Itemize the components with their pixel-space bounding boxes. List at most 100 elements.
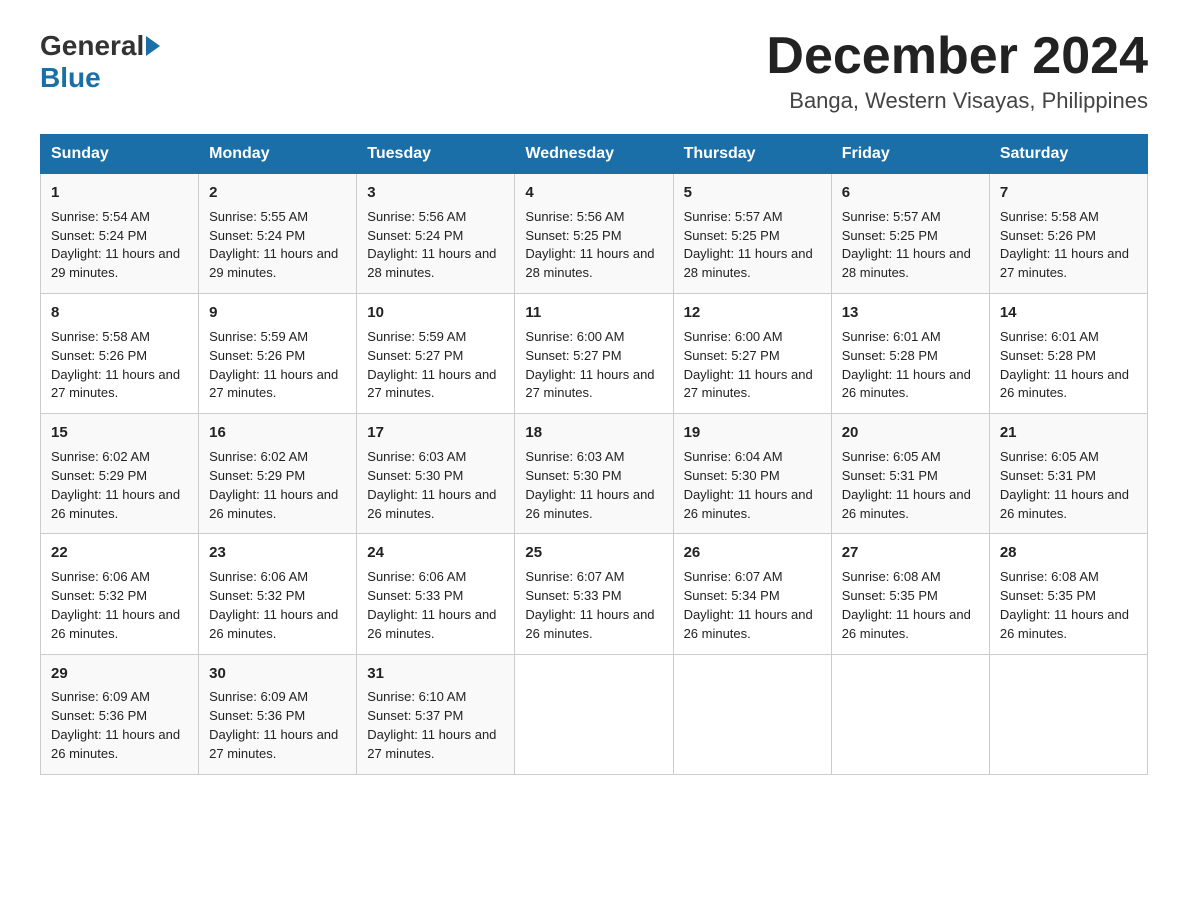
logo-blue-text: Blue: [40, 62, 101, 94]
title-block: December 2024 Banga, Western Visayas, Ph…: [766, 30, 1148, 114]
sunset-info: Sunset: 5:25 PM: [525, 228, 621, 243]
daylight-info: Daylight: 11 hours and 27 minutes.: [1000, 246, 1129, 280]
daylight-info: Daylight: 11 hours and 27 minutes.: [525, 367, 654, 401]
sunrise-info: Sunrise: 6:02 AM: [51, 449, 150, 464]
calendar-cell: 25 Sunrise: 6:07 AM Sunset: 5:33 PM Dayl…: [515, 534, 673, 654]
sunset-info: Sunset: 5:36 PM: [209, 708, 305, 723]
daylight-info: Daylight: 11 hours and 28 minutes.: [842, 246, 971, 280]
day-number: 8: [51, 302, 188, 324]
sunrise-info: Sunrise: 6:09 AM: [51, 689, 150, 704]
sunset-info: Sunset: 5:30 PM: [367, 468, 463, 483]
sunrise-info: Sunrise: 5:57 AM: [842, 209, 941, 224]
sunset-info: Sunset: 5:36 PM: [51, 708, 147, 723]
calendar-cell: [673, 654, 831, 774]
sunrise-info: Sunrise: 5:54 AM: [51, 209, 150, 224]
calendar-header-row: SundayMondayTuesdayWednesdayThursdayFrid…: [41, 135, 1148, 174]
calendar-cell: 11 Sunrise: 6:00 AM Sunset: 5:27 PM Dayl…: [515, 294, 673, 414]
sunrise-info: Sunrise: 6:08 AM: [1000, 569, 1099, 584]
day-number: 15: [51, 422, 188, 444]
day-number: 13: [842, 302, 979, 324]
daylight-info: Daylight: 11 hours and 28 minutes.: [684, 246, 813, 280]
calendar-cell: 7 Sunrise: 5:58 AM Sunset: 5:26 PM Dayli…: [989, 174, 1147, 294]
calendar-cell: 18 Sunrise: 6:03 AM Sunset: 5:30 PM Dayl…: [515, 414, 673, 534]
daylight-info: Daylight: 11 hours and 26 minutes.: [367, 607, 496, 641]
header-friday: Friday: [831, 135, 989, 174]
calendar-cell: 10 Sunrise: 5:59 AM Sunset: 5:27 PM Dayl…: [357, 294, 515, 414]
daylight-info: Daylight: 11 hours and 27 minutes.: [209, 727, 338, 761]
sunset-info: Sunset: 5:37 PM: [367, 708, 463, 723]
daylight-info: Daylight: 11 hours and 26 minutes.: [1000, 367, 1129, 401]
calendar-week-5: 29 Sunrise: 6:09 AM Sunset: 5:36 PM Dayl…: [41, 654, 1148, 774]
sunset-info: Sunset: 5:29 PM: [51, 468, 147, 483]
calendar-cell: [831, 654, 989, 774]
sunrise-info: Sunrise: 5:57 AM: [684, 209, 783, 224]
daylight-info: Daylight: 11 hours and 26 minutes.: [525, 607, 654, 641]
sunrise-info: Sunrise: 6:05 AM: [1000, 449, 1099, 464]
sunset-info: Sunset: 5:25 PM: [684, 228, 780, 243]
header-tuesday: Tuesday: [357, 135, 515, 174]
daylight-info: Daylight: 11 hours and 29 minutes.: [209, 246, 338, 280]
month-title: December 2024: [766, 30, 1148, 82]
daylight-info: Daylight: 11 hours and 26 minutes.: [842, 367, 971, 401]
daylight-info: Daylight: 11 hours and 26 minutes.: [51, 727, 180, 761]
sunrise-info: Sunrise: 6:07 AM: [525, 569, 624, 584]
calendar-cell: 15 Sunrise: 6:02 AM Sunset: 5:29 PM Dayl…: [41, 414, 199, 534]
day-number: 10: [367, 302, 504, 324]
sunset-info: Sunset: 5:32 PM: [51, 588, 147, 603]
daylight-info: Daylight: 11 hours and 26 minutes.: [209, 607, 338, 641]
sunset-info: Sunset: 5:33 PM: [367, 588, 463, 603]
day-number: 22: [51, 542, 188, 564]
sunrise-info: Sunrise: 6:04 AM: [684, 449, 783, 464]
sunset-info: Sunset: 5:32 PM: [209, 588, 305, 603]
calendar-cell: 23 Sunrise: 6:06 AM Sunset: 5:32 PM Dayl…: [199, 534, 357, 654]
daylight-info: Daylight: 11 hours and 26 minutes.: [1000, 487, 1129, 521]
sunset-info: Sunset: 5:30 PM: [684, 468, 780, 483]
sunset-info: Sunset: 5:26 PM: [1000, 228, 1096, 243]
day-number: 16: [209, 422, 346, 444]
sunrise-info: Sunrise: 6:06 AM: [51, 569, 150, 584]
sunset-info: Sunset: 5:27 PM: [367, 348, 463, 363]
day-number: 29: [51, 663, 188, 685]
sunset-info: Sunset: 5:25 PM: [842, 228, 938, 243]
calendar-week-3: 15 Sunrise: 6:02 AM Sunset: 5:29 PM Dayl…: [41, 414, 1148, 534]
calendar-cell: 19 Sunrise: 6:04 AM Sunset: 5:30 PM Dayl…: [673, 414, 831, 534]
sunset-info: Sunset: 5:28 PM: [1000, 348, 1096, 363]
daylight-info: Daylight: 11 hours and 27 minutes.: [684, 367, 813, 401]
day-number: 19: [684, 422, 821, 444]
header-saturday: Saturday: [989, 135, 1147, 174]
daylight-info: Daylight: 11 hours and 27 minutes.: [209, 367, 338, 401]
daylight-info: Daylight: 11 hours and 28 minutes.: [525, 246, 654, 280]
day-number: 21: [1000, 422, 1137, 444]
sunrise-info: Sunrise: 6:01 AM: [1000, 329, 1099, 344]
calendar-cell: 17 Sunrise: 6:03 AM Sunset: 5:30 PM Dayl…: [357, 414, 515, 534]
daylight-info: Daylight: 11 hours and 26 minutes.: [51, 607, 180, 641]
day-number: 9: [209, 302, 346, 324]
day-number: 14: [1000, 302, 1137, 324]
calendar-cell: 22 Sunrise: 6:06 AM Sunset: 5:32 PM Dayl…: [41, 534, 199, 654]
daylight-info: Daylight: 11 hours and 26 minutes.: [1000, 607, 1129, 641]
sunrise-info: Sunrise: 6:05 AM: [842, 449, 941, 464]
day-number: 18: [525, 422, 662, 444]
daylight-info: Daylight: 11 hours and 26 minutes.: [842, 487, 971, 521]
sunrise-info: Sunrise: 5:58 AM: [1000, 209, 1099, 224]
sunrise-info: Sunrise: 6:00 AM: [684, 329, 783, 344]
location-text: Banga, Western Visayas, Philippines: [766, 88, 1148, 114]
sunrise-info: Sunrise: 5:55 AM: [209, 209, 308, 224]
sunset-info: Sunset: 5:35 PM: [1000, 588, 1096, 603]
calendar-cell: 20 Sunrise: 6:05 AM Sunset: 5:31 PM Dayl…: [831, 414, 989, 534]
sunset-info: Sunset: 5:31 PM: [1000, 468, 1096, 483]
day-number: 26: [684, 542, 821, 564]
sunrise-info: Sunrise: 5:56 AM: [367, 209, 466, 224]
daylight-info: Daylight: 11 hours and 27 minutes.: [367, 367, 496, 401]
calendar-week-1: 1 Sunrise: 5:54 AM Sunset: 5:24 PM Dayli…: [41, 174, 1148, 294]
calendar-week-2: 8 Sunrise: 5:58 AM Sunset: 5:26 PM Dayli…: [41, 294, 1148, 414]
sunset-info: Sunset: 5:26 PM: [209, 348, 305, 363]
header-thursday: Thursday: [673, 135, 831, 174]
logo: General Blue: [40, 30, 162, 94]
calendar-cell: 30 Sunrise: 6:09 AM Sunset: 5:36 PM Dayl…: [199, 654, 357, 774]
day-number: 6: [842, 182, 979, 204]
sunrise-info: Sunrise: 6:00 AM: [525, 329, 624, 344]
sunrise-info: Sunrise: 6:02 AM: [209, 449, 308, 464]
daylight-info: Daylight: 11 hours and 29 minutes.: [51, 246, 180, 280]
sunrise-info: Sunrise: 6:10 AM: [367, 689, 466, 704]
